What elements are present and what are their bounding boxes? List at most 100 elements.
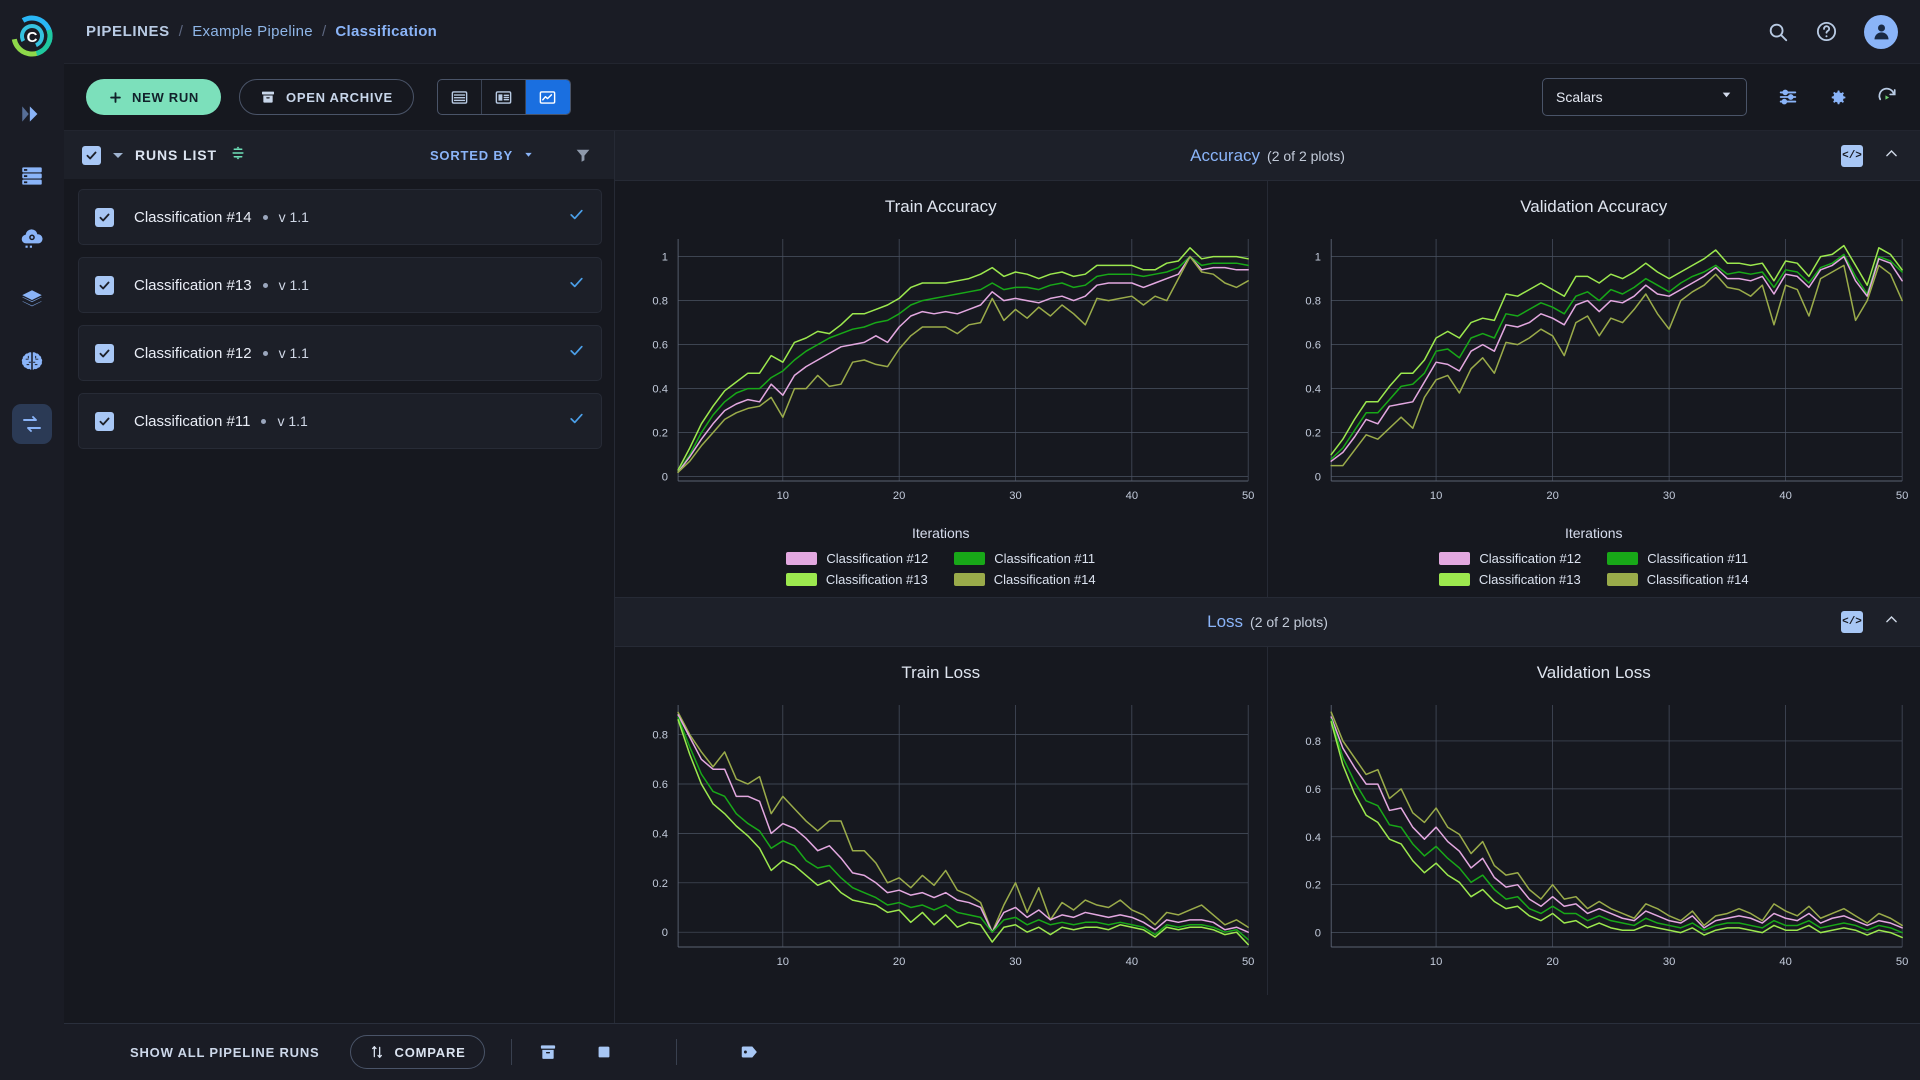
- legend-label: Classification #11: [1647, 551, 1749, 566]
- list-item[interactable]: Classification #13 v 1.1: [78, 257, 602, 313]
- sidebar-item-models[interactable]: [12, 280, 52, 320]
- plot-validation-loss[interactable]: Validation Loss 0 0.2 0.4 0.6 0.8 10 20 30 40 50: [1268, 647, 1920, 995]
- divider: [675, 1039, 677, 1065]
- run-checkbox[interactable]: [95, 343, 114, 363]
- run-name: Classification #11: [134, 412, 251, 430]
- legend-item[interactable]: Classification #13: [785, 572, 928, 587]
- code-icon[interactable]: </>: [1841, 144, 1863, 167]
- x-axis-label: Iterations: [911, 525, 970, 541]
- metric-type-select[interactable]: Scalars: [1542, 78, 1747, 116]
- clearml-logo[interactable]: C: [0, 4, 64, 68]
- filter-icon[interactable]: [574, 146, 592, 164]
- code-icon[interactable]: </>: [1841, 611, 1863, 633]
- plot-title: Train Accuracy: [884, 197, 997, 216]
- open-archive-button[interactable]: OPEN ARCHIVE: [239, 79, 414, 115]
- compare-button[interactable]: COMPARE: [349, 1035, 485, 1069]
- svg-text:30: 30: [1662, 490, 1674, 502]
- svg-text:50: 50: [1895, 490, 1907, 502]
- section-title: Loss: [1207, 612, 1244, 631]
- collapse-section-icon[interactable]: [1883, 611, 1900, 633]
- validation-accuracy-svg: 0 0.2 0.4 0.6 0.8 1 10 20 30 40 50: [1305, 239, 1908, 502]
- breadcrumb-pipelines[interactable]: PIPELINES: [86, 23, 170, 40]
- legend-label: Classification #11: [994, 551, 1096, 566]
- new-run-label: NEW RUN: [132, 89, 200, 105]
- run-checkbox[interactable]: [95, 411, 114, 431]
- archive-icon[interactable]: [538, 1042, 558, 1062]
- search-icon[interactable]: [1767, 21, 1789, 43]
- svg-text:20: 20: [1546, 956, 1558, 968]
- plot-train-loss[interactable]: Train Loss 0 0.2 0.4 0.6 0.8 10 20 30 40 50: [615, 647, 1268, 995]
- details-view-icon: [495, 90, 512, 104]
- breadcrumb-classification[interactable]: Classification: [335, 23, 437, 40]
- runs-density-icon[interactable]: [229, 144, 247, 167]
- svg-text:10: 10: [1429, 956, 1441, 968]
- section-title: Accuracy: [1190, 145, 1261, 165]
- tab-table-view[interactable]: [438, 80, 482, 114]
- help-icon[interactable]: [1815, 20, 1838, 43]
- svg-text:30: 30: [1009, 956, 1021, 968]
- legend-item[interactable]: Classification #13: [1438, 572, 1581, 587]
- run-status-dot: [262, 350, 268, 356]
- validation-loss-svg: 0 0.2 0.4 0.6 0.8 10 20 30 40 50: [1305, 705, 1908, 968]
- sidebar-item-projects[interactable]: [12, 342, 52, 382]
- list-item[interactable]: Classification #14 v 1.1: [78, 189, 602, 245]
- sidebar-item-datasets[interactable]: [12, 156, 52, 196]
- plus-icon: [110, 91, 121, 103]
- plot-legend: Classification #12 Classification #11 Clas…: [1268, 541, 1920, 591]
- run-name: Classification #14: [134, 208, 252, 226]
- svg-text:0.4: 0.4: [1305, 832, 1321, 844]
- plot-train-accuracy[interactable]: Train Accuracy 0 0.2 0.4 0.6 0.8 1 10 20 30 40 50 …: [615, 181, 1268, 597]
- run-checkbox[interactable]: [95, 207, 114, 227]
- stop-icon[interactable]: [594, 1042, 614, 1062]
- svg-text:0: 0: [662, 472, 668, 484]
- run-checkbox[interactable]: [95, 275, 114, 295]
- svg-text:0: 0: [662, 927, 668, 939]
- header-actions: [1767, 14, 1898, 49]
- new-run-button[interactable]: NEW RUN: [86, 79, 222, 115]
- refresh-icon[interactable]: [1876, 86, 1898, 108]
- list-item[interactable]: Classification #11 v 1.1: [78, 393, 602, 449]
- run-version: v 1.1: [278, 277, 309, 293]
- tab-plots-view[interactable]: [525, 80, 570, 114]
- list-item[interactable]: Classification #12 v 1.1: [78, 325, 602, 381]
- svg-text:0.2: 0.2: [652, 878, 668, 890]
- section-subtitle: (2 of 2 plots): [1267, 147, 1345, 164]
- tab-details-view[interactable]: [482, 80, 526, 114]
- tag-icon[interactable]: [739, 1041, 761, 1063]
- sidebar-item-hyper-datasets[interactable]: [12, 218, 52, 258]
- show-all-pipeline-runs-button[interactable]: SHOW ALL PIPELINE RUNS: [130, 1045, 320, 1060]
- svg-text:0.6: 0.6: [1305, 340, 1321, 352]
- legend-item[interactable]: Classification #14: [1606, 572, 1749, 587]
- plot-title: Validation Loss: [1536, 663, 1651, 682]
- sidebar-item-pipelines[interactable]: [12, 94, 52, 134]
- svg-text:0.4: 0.4: [1305, 384, 1321, 396]
- select-all-dropdown-icon[interactable]: [113, 152, 123, 158]
- legend-item[interactable]: Classification #11: [954, 551, 1095, 566]
- chevron-down-icon: [1720, 88, 1733, 106]
- svg-text:0.8: 0.8: [1305, 296, 1321, 308]
- legend-item[interactable]: Classification #12: [786, 551, 928, 566]
- run-version: v 1.1: [278, 209, 309, 225]
- legend-label: Classification #13: [1478, 572, 1581, 587]
- svg-text:50: 50: [1242, 490, 1254, 502]
- legend-item[interactable]: Classification #11: [1607, 551, 1748, 566]
- compare-icon: [371, 1046, 382, 1058]
- settings-sliders-icon[interactable]: [1777, 86, 1799, 108]
- svg-text:0.2: 0.2: [1305, 880, 1321, 892]
- select-all-checkbox[interactable]: [82, 145, 101, 165]
- sorted-by-button[interactable]: SORTED BY: [430, 148, 534, 163]
- legend-item[interactable]: Classification #12: [1439, 551, 1581, 566]
- svg-text:30: 30: [1009, 490, 1021, 502]
- legend-swatch: [786, 552, 818, 565]
- plot-validation-accuracy[interactable]: Validation Accuracy 0 0.2 0.4 0.6 0.8 1 10 20 30…: [1268, 181, 1920, 597]
- gear-icon[interactable]: [1827, 87, 1848, 108]
- action-toolbar: NEW RUN OPEN ARCHIVE Scalars: [64, 64, 1920, 131]
- avatar[interactable]: [1864, 14, 1898, 49]
- run-name: Classification #13: [134, 276, 252, 294]
- breadcrumb-example-pipeline[interactable]: Example Pipeline: [192, 23, 313, 40]
- sidebar-item-compare[interactable]: [12, 404, 52, 444]
- collapse-section-icon[interactable]: [1883, 145, 1900, 167]
- svg-text:40: 40: [1779, 956, 1791, 968]
- legend-item[interactable]: Classification #14: [953, 572, 1096, 587]
- svg-text:0.4: 0.4: [652, 828, 668, 840]
